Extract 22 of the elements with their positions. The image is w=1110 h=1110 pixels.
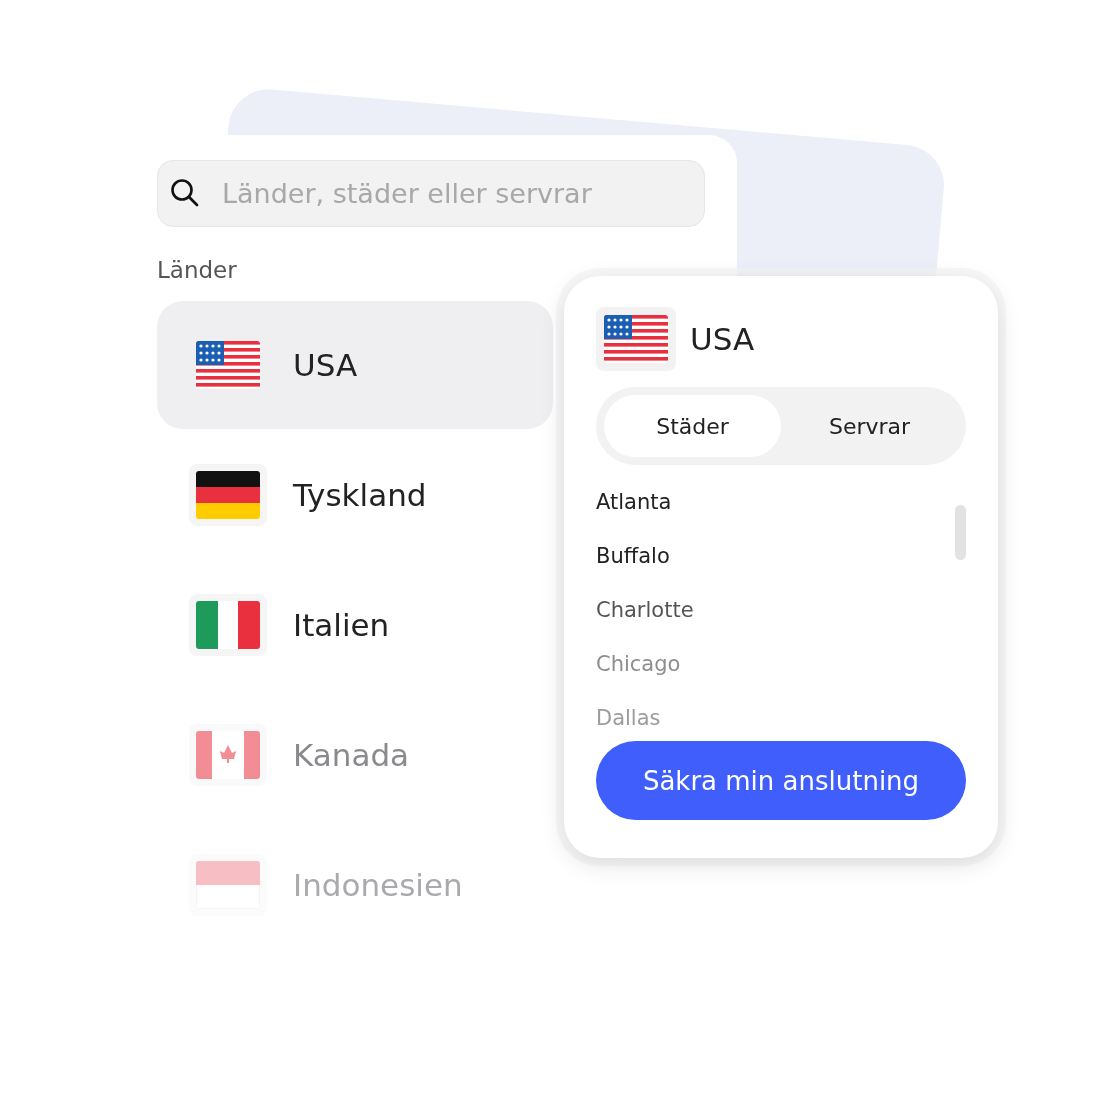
country-name: USA bbox=[293, 347, 358, 383]
tab[interactable]: Servrar bbox=[781, 395, 958, 457]
section-title: Länder bbox=[157, 257, 238, 283]
flag-icon bbox=[196, 861, 260, 909]
tab[interactable]: Städer bbox=[604, 395, 781, 457]
flag-icon bbox=[196, 731, 260, 779]
country-name: Indonesien bbox=[293, 867, 463, 903]
flag-icon bbox=[604, 315, 668, 363]
city-item[interactable]: Buffalo bbox=[596, 539, 670, 593]
search-field[interactable]: Länder, städer eller servrar bbox=[157, 160, 705, 227]
country-item[interactable]: USA bbox=[157, 301, 553, 429]
country-name: Tyskland bbox=[293, 477, 427, 513]
city-item[interactable]: Atlanta bbox=[596, 485, 672, 539]
connect-button[interactable]: Säkra min anslutning bbox=[596, 741, 966, 820]
flag-icon bbox=[196, 341, 260, 389]
flag-icon bbox=[196, 601, 260, 649]
country-name: Italien bbox=[293, 607, 390, 643]
country-title: USA bbox=[690, 321, 755, 357]
city-item[interactable]: Charlotte bbox=[596, 593, 694, 647]
scrollbar[interactable] bbox=[955, 505, 966, 560]
country-name: Kanada bbox=[293, 737, 410, 773]
flag-icon bbox=[196, 471, 260, 519]
